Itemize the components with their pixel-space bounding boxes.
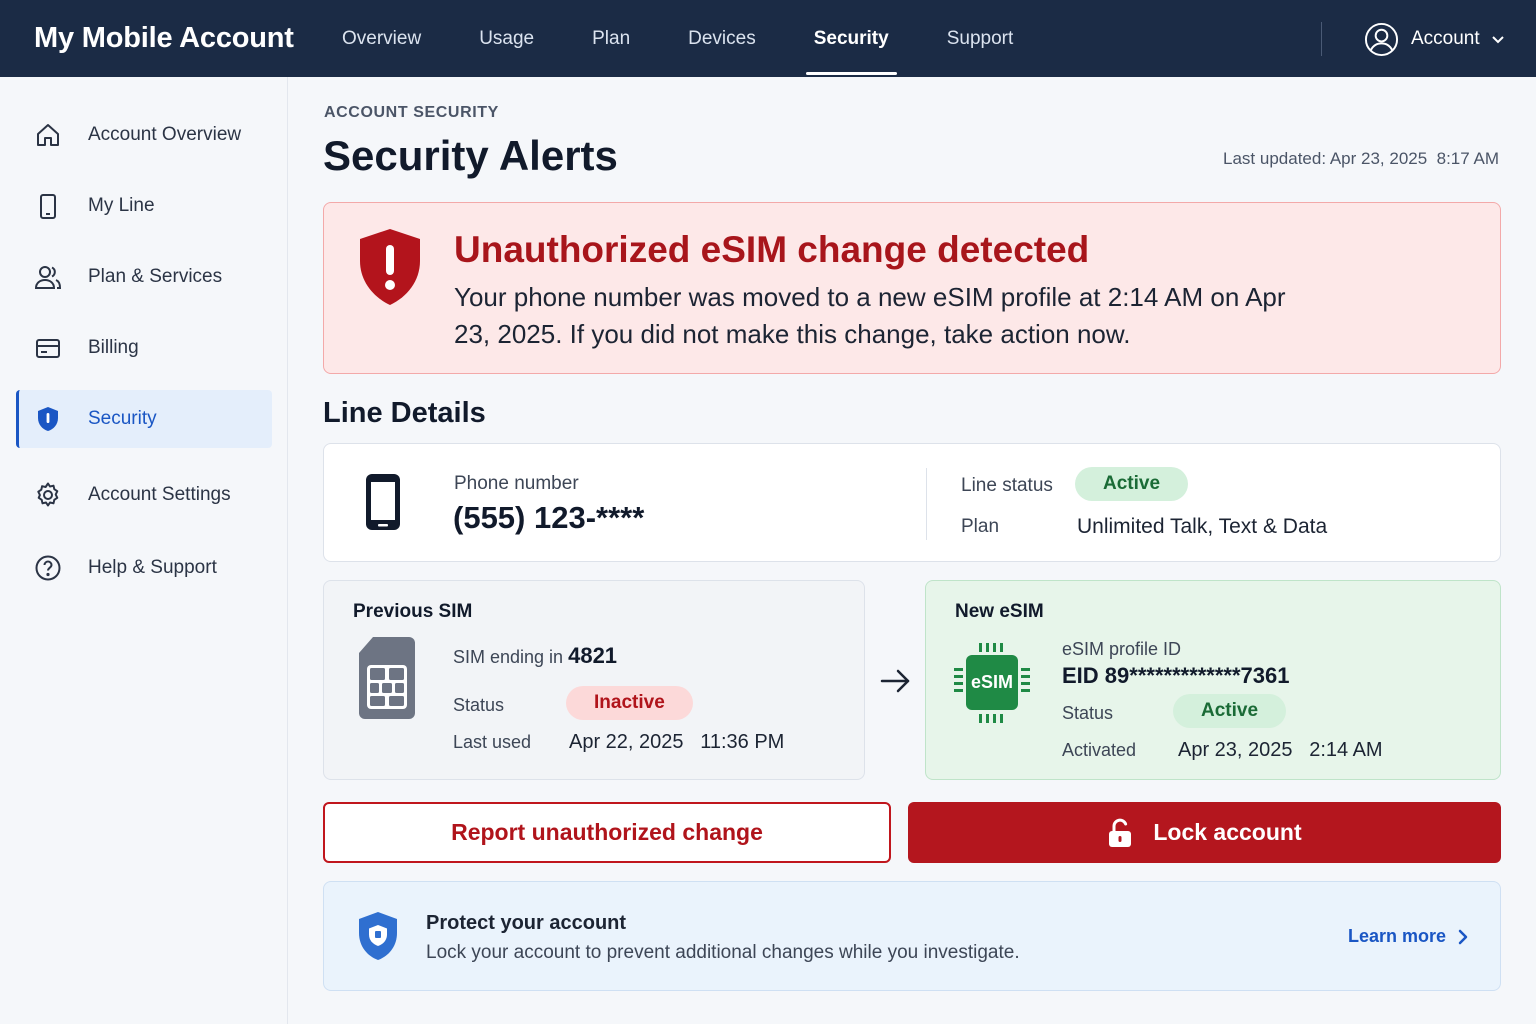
smartphone-icon — [40, 194, 56, 219]
sidebar-item-label: Billing — [88, 337, 139, 358]
divider — [926, 468, 927, 540]
sidebar-item-account-settings[interactable]: Account Settings — [16, 466, 272, 524]
sidebar-item-label: My Line — [88, 195, 155, 216]
alert-message: Your phone number was moved to a new eSI… — [454, 282, 1286, 349]
esim-status-badge: Active — [1173, 694, 1287, 728]
esim-profile-value: EID 89*************7361 — [1062, 663, 1290, 688]
users-icon — [34, 266, 62, 289]
nav-overview[interactable]: Overview — [320, 0, 443, 77]
phone-number-value: (555) 123-**** — [453, 500, 645, 535]
lock-account-label: Lock account — [1153, 819, 1302, 845]
line-details-card: Phone number (555) 123-**** Line status … — [323, 443, 1501, 562]
main-nav: Overview Usage Plan Devices Security Sup… — [320, 0, 1049, 77]
user-circle-icon — [1364, 22, 1399, 56]
sidebar-item-label: Plan & Services — [88, 266, 223, 287]
new-esim-card: New eSIM eSIM eSIM profile ID EID 89****… — [925, 580, 1501, 780]
sim-ending-value: 4821 — [568, 643, 618, 668]
sidebar-item-label: Help & Support — [88, 557, 217, 578]
sidebar-item-label: Account Overview — [88, 124, 242, 145]
line-details-heading: Line Details — [323, 397, 486, 429]
sidebar: Account Overview My Line Plan & Services… — [0, 77, 288, 1024]
learn-more-link[interactable]: Learn more — [1348, 926, 1470, 947]
nav-usage[interactable]: Usage — [457, 0, 556, 77]
sim-ending-row: SIM ending in 4821 — [453, 643, 617, 669]
previous-sim-status-label: Status — [453, 695, 505, 715]
protect-message: Lock your account to prevent additional … — [426, 942, 1020, 963]
phone-number-label: Phone number — [454, 473, 579, 494]
account-menu-button[interactable]: Account — [1364, 20, 1506, 58]
sidebar-item-plan-services[interactable]: Plan & Services — [16, 248, 272, 306]
sidebar-item-account-overview[interactable]: Account Overview — [16, 106, 272, 164]
previous-sim-card: Previous SIM SIM ending in 4821 Status I… — [323, 580, 865, 780]
line-status-label: Line status — [961, 475, 1053, 496]
lock-account-button[interactable]: Lock account — [908, 802, 1501, 863]
nav-divider — [1321, 22, 1322, 56]
protect-title: Protect your account — [426, 912, 627, 934]
sidebar-item-help-support[interactable]: Help & Support — [16, 539, 272, 597]
sidebar-item-billing[interactable]: Billing — [16, 319, 272, 377]
esim-status-label: Status — [1062, 703, 1114, 723]
shield-icon — [38, 407, 58, 431]
esim-profile-label: eSIM profile ID — [1062, 639, 1182, 659]
sim-card-icon — [359, 637, 415, 719]
lock-open-icon — [1109, 818, 1132, 847]
arrow-right-icon — [880, 669, 910, 693]
activated-label: Activated — [1062, 740, 1137, 760]
account-label: Account — [1411, 28, 1480, 49]
top-navigation-bar: My Mobile Account Overview Usage Plan De… — [0, 0, 1536, 77]
sidebar-item-my-line[interactable]: My Line — [16, 177, 272, 235]
page-title: Security Alerts — [323, 132, 618, 179]
protect-account-card: Protect your account Lock your account t… — [323, 881, 1501, 991]
line-status-badge: Active — [1075, 467, 1189, 501]
nav-support[interactable]: Support — [925, 0, 1036, 77]
learn-more-label: Learn more — [1347, 926, 1446, 946]
chevron-down-icon — [1491, 36, 1504, 44]
sidebar-item-label: Account Settings — [88, 484, 231, 505]
home-icon — [37, 124, 59, 146]
report-unauthorized-change-button[interactable]: Report unauthorized change — [323, 802, 891, 863]
esim-chip-label: eSIM — [970, 672, 1013, 692]
last-updated-timestamp: Last updated: Apr 23, 2025 8:17 AM — [1223, 149, 1499, 168]
previous-sim-title: Previous SIM — [353, 601, 473, 622]
sim-ending-label: SIM ending in — [453, 647, 564, 667]
gear-icon — [37, 482, 59, 507]
activated-value: Apr 23, 2025 2:14 AM — [1178, 739, 1383, 761]
shield-alert-icon — [360, 229, 420, 305]
chevron-right-icon — [1458, 929, 1468, 944]
breadcrumb: ACCOUNT SECURITY — [324, 104, 499, 121]
previous-sim-status-badge: Inactive — [566, 686, 693, 720]
nav-plan[interactable]: Plan — [570, 0, 652, 77]
security-alert-banner: Unauthorized eSIM change detected Your p… — [323, 202, 1501, 374]
nav-devices[interactable]: Devices — [666, 0, 778, 77]
alert-title: Unauthorized eSIM change detected — [454, 229, 1090, 270]
plan-label: Plan — [961, 516, 1000, 537]
nav-security[interactable]: Security — [792, 0, 911, 77]
sidebar-item-security[interactable]: Security — [16, 390, 272, 448]
app-title[interactable]: My Mobile Account — [34, 22, 294, 55]
plan-value: Unlimited Talk, Text & Data — [1077, 515, 1328, 538]
sidebar-item-label: Security — [88, 408, 157, 429]
last-used-value: Apr 22, 2025 11:36 PM — [569, 731, 785, 753]
shield-icon — [359, 912, 397, 960]
smartphone-icon — [366, 474, 400, 530]
credit-card-icon — [36, 339, 60, 358]
help-circle-icon — [35, 555, 61, 581]
last-used-label: Last used — [453, 732, 532, 752]
new-esim-title: New eSIM — [955, 601, 1044, 622]
